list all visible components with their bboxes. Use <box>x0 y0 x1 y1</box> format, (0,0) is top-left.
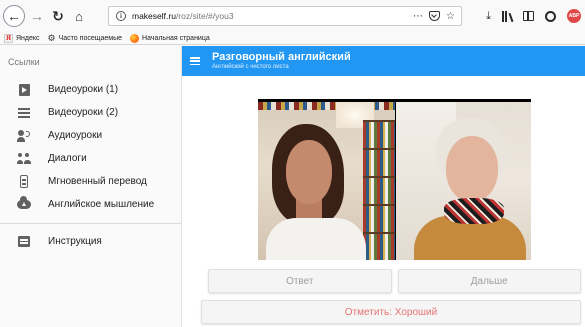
arrow-left-icon: ← <box>7 8 21 24</box>
app-subtitle: Английский с чистого листа <box>212 64 289 70</box>
page-actions-menu-icon[interactable]: ⋯ <box>413 11 423 22</box>
next-button[interactable]: Дальше <box>397 269 581 293</box>
bookmark-label: Часто посещаемые <box>58 34 123 42</box>
sidebar-toggle-icon[interactable] <box>523 11 534 21</box>
video-player[interactable] <box>258 99 531 260</box>
browser-toolbar: ← → ↻ ⌂ i makeself.ru/roz/site/#/you3 ⋯ … <box>0 0 585 32</box>
drawer-item-video-lessons-1[interactable]: Видеоуроки (1) <box>0 78 181 101</box>
url-host: makeself.ru <box>132 11 176 21</box>
mark-good-button[interactable]: Отметить: Хороший <box>201 300 581 324</box>
home-button[interactable]: ⌂ <box>70 6 88 26</box>
toolbar-right: ⤓ ABP <box>486 8 585 24</box>
extension-icon[interactable]: ABP <box>567 9 581 23</box>
drawer-item-english-thinking[interactable]: Английское мышление <box>0 193 181 216</box>
bookshelf-background <box>363 120 395 260</box>
drawer-item-instant-translation[interactable]: Мгновенный перевод <box>0 170 181 193</box>
drawer-list: Видеоуроки (1) Видеоуроки (2) Аудиоуроки… <box>0 78 181 216</box>
bookmark-most-visited[interactable]: ⚙ Часто посещаемые <box>48 33 122 44</box>
video-icon <box>18 83 30 96</box>
firefox-icon <box>130 33 140 43</box>
bookmarks-toolbar: Я Яндекс ⚙ Часто посещаемые Начальная ст… <box>0 32 585 45</box>
app-bar: Разговорный английский Английский с чист… <box>182 46 585 76</box>
arrow-right-icon: → <box>30 8 44 24</box>
speaker-face <box>446 136 498 202</box>
translate-icon <box>20 175 28 188</box>
bookmark-yandex[interactable]: Я Яндекс <box>4 33 40 43</box>
app-title: Разговорный английский <box>212 51 351 63</box>
menu-icon[interactable] <box>190 57 200 65</box>
bookmark-start-page[interactable]: Начальная страница <box>130 33 210 43</box>
video-participant-left <box>258 102 395 260</box>
drawer-subheader: Ссылки <box>8 57 40 67</box>
answer-button[interactable]: Ответ <box>208 269 392 293</box>
drawer-item-label: Английское мышление <box>48 199 155 210</box>
pocket-icon[interactable] <box>429 11 441 21</box>
home-icon: ⌂ <box>75 8 83 24</box>
bookmark-star-icon[interactable]: ☆ <box>446 11 455 22</box>
bookmark-label: Яндекс <box>16 34 40 42</box>
drawer-divider <box>0 223 181 224</box>
main-content: Ответ Дальше Отметить: Хороший <box>182 76 585 327</box>
record-voice-icon <box>17 129 31 142</box>
reload-button[interactable]: ↻ <box>49 6 67 26</box>
site-info-icon[interactable]: i <box>116 11 126 21</box>
url-path: /roz/site/#/you3 <box>175 11 234 21</box>
web-page: Ссылки Видеоуроки (1) Видеоуроки (2) Ауд… <box>0 46 585 327</box>
speaker-face <box>286 140 332 204</box>
cloud-upload-icon <box>17 196 31 209</box>
drawer-item-label: Инструкция <box>48 236 102 247</box>
library-icon[interactable] <box>502 10 514 22</box>
drawer-item-label: Мгновенный перевод <box>48 176 147 187</box>
scarf <box>444 198 504 224</box>
feedback-icon <box>18 236 30 247</box>
drawer-item-audio-lessons[interactable]: Аудиоуроки <box>0 124 181 147</box>
drawer-item-instructions[interactable]: Инструкция <box>0 230 181 253</box>
drawer-item-label: Аудиоуроки <box>48 130 103 141</box>
drawer-item-dialogs[interactable]: Диалоги <box>0 147 181 170</box>
drawer-item-label: Видеоуроки (2) <box>48 107 119 118</box>
download-icon[interactable]: ⤓ <box>486 10 491 23</box>
video-participant-right <box>396 102 531 260</box>
answer-actions: Ответ Дальше <box>208 269 581 293</box>
yandex-icon: Я <box>4 33 13 43</box>
gear-icon: ⚙ <box>47 32 56 43</box>
account-icon[interactable] <box>545 10 556 22</box>
navigation-drawer: Ссылки Видеоуроки (1) Видеоуроки (2) Ауд… <box>0 46 182 327</box>
back-button[interactable]: ← <box>3 5 25 27</box>
drawer-secondary-list: Инструкция <box>0 230 181 253</box>
drawer-item-label: Диалоги <box>48 153 87 164</box>
bookmark-label: Начальная страница <box>142 34 210 42</box>
address-bar[interactable]: i makeself.ru/roz/site/#/you3 ⋯ ☆ <box>108 6 462 26</box>
reload-icon: ↻ <box>52 7 64 24</box>
drawer-item-label: Видеоуроки (1) <box>48 84 119 95</box>
people-icon <box>17 153 31 164</box>
forward-button[interactable]: → <box>28 6 46 26</box>
list-icon <box>18 107 30 118</box>
url-actions: ⋯ ☆ <box>413 11 461 22</box>
drawer-item-video-lessons-2[interactable]: Видеоуроки (2) <box>0 101 181 124</box>
